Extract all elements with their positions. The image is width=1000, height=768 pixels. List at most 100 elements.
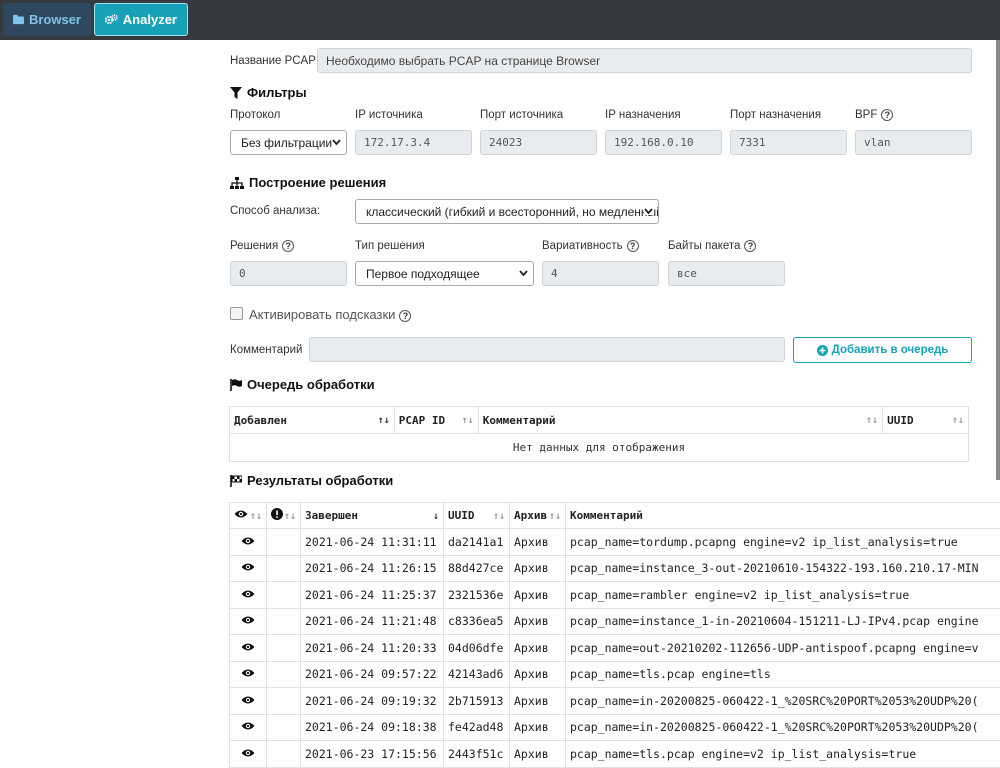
uuid-link[interactable]: 2443f51c	[444, 741, 510, 768]
queue-empty-text: Нет данных для отображения	[230, 434, 969, 462]
variability-input[interactable]: 4	[542, 261, 659, 286]
uuid-link[interactable]: 2321536e	[444, 582, 510, 609]
view-result-button[interactable]	[230, 529, 267, 556]
eye-icon	[241, 695, 255, 705]
queue-col-uuid[interactable]: UUID↑↓	[883, 407, 969, 434]
archive-link[interactable]: Архив	[510, 714, 566, 741]
results-header-row: ↑↓ ↑↓ Завершен↓ UUID↑↓ Архив↑↓ Комментар…	[230, 503, 1000, 529]
view-result-button[interactable]	[230, 555, 267, 582]
checkered-flag-icon	[230, 475, 242, 487]
nav-browser-button[interactable]: Browser	[3, 3, 91, 36]
add-to-queue-button[interactable]: Добавить в очередь	[793, 337, 972, 363]
type-select-value: Первое подходящее	[366, 267, 480, 281]
eye-icon	[241, 668, 255, 678]
comment-input[interactable]	[309, 337, 785, 362]
uuid-link[interactable]: 04d06dfe	[444, 635, 510, 662]
archive-link[interactable]: Архив	[510, 688, 566, 715]
help-icon[interactable]: ?	[627, 240, 639, 252]
results-heading: Результаты обработки	[230, 473, 393, 488]
finished-cell: 2021-06-24 09:57:22	[301, 661, 444, 688]
uuid-link[interactable]: 88d427ce	[444, 555, 510, 582]
queue-col-comment[interactable]: Комментарий ↑↓	[478, 407, 882, 434]
view-result-button[interactable]	[230, 714, 267, 741]
help-icon[interactable]: ?	[881, 109, 893, 121]
comment-label: Комментарий	[230, 344, 302, 356]
view-result-button[interactable]	[230, 608, 267, 635]
top-navbar: Browser Analyzer	[0, 0, 1000, 40]
view-result-button[interactable]	[230, 741, 267, 768]
queue-table: Добавлен↑↓ PCAP ID↑↓ Комментарий ↑↓ UUID↑…	[229, 406, 969, 462]
results-col-view[interactable]: ↑↓	[230, 503, 267, 529]
bpf-label: BPF?	[855, 109, 893, 121]
build-heading-text: Построение решения	[249, 175, 386, 190]
pcap-name-field[interactable]: Необходимо выбрать PCAP на странице Brow…	[317, 48, 972, 73]
archive-link[interactable]: Архив	[510, 661, 566, 688]
results-col-archive[interactable]: Архив↑↓	[510, 503, 566, 529]
comment-cell: pcap_name=tls.pcap engine=v2 ip_list_ana…	[566, 741, 1000, 768]
chevron-down-icon	[519, 270, 528, 277]
eye-icon	[234, 509, 248, 519]
help-icon[interactable]: ?	[282, 240, 294, 252]
src-ip-input[interactable]: 172.17.3.4	[355, 130, 472, 155]
uuid-link[interactable]: fe42ad48	[444, 714, 510, 741]
nav-analyzer-button[interactable]: Analyzer	[94, 3, 188, 36]
uuid-link[interactable]: c8336ea5	[444, 608, 510, 635]
type-select[interactable]: Первое подходящее	[355, 261, 534, 286]
queue-empty-row: Нет данных для отображения	[230, 434, 969, 462]
view-result-button[interactable]	[230, 635, 267, 662]
view-result-button[interactable]	[230, 582, 267, 609]
uuid-link[interactable]: 42143ad6	[444, 661, 510, 688]
view-result-button[interactable]	[230, 661, 267, 688]
table-row: 2021-06-24 11:20:3304d06dfeАрхивpcap_nam…	[230, 635, 1000, 662]
hints-checkbox[interactable]	[230, 307, 243, 320]
results-heading-text: Результаты обработки	[247, 473, 393, 488]
archive-link[interactable]: Архив	[510, 582, 566, 609]
chevron-down-icon	[332, 139, 341, 146]
comment-cell: pcap_name=out-20210202-112656-UDP-antisp…	[566, 635, 1000, 662]
uuid-link[interactable]: da2141a1	[444, 529, 510, 556]
method-select[interactable]: классический (гибкий и всесторонний, но …	[355, 199, 659, 224]
flag-icon	[230, 379, 242, 391]
archive-link[interactable]: Архив	[510, 608, 566, 635]
comment-cell: pcap_name=in-20200825-060422-1_%20SRC%20…	[566, 714, 1000, 741]
protocol-label: Протокол	[230, 109, 280, 121]
archive-link[interactable]: Архив	[510, 555, 566, 582]
results-col-comment-label: Комментарий	[570, 509, 643, 522]
queue-col-comment-label: Комментарий	[483, 414, 556, 427]
scrollbar[interactable]	[996, 40, 1000, 480]
status-cell	[267, 529, 301, 556]
queue-col-uuid-label: UUID	[887, 414, 914, 427]
uuid-link[interactable]: 2b715913	[444, 688, 510, 715]
build-heading: Построение решения	[230, 175, 386, 190]
dst-port-input[interactable]: 7331	[730, 130, 847, 155]
help-icon[interactable]: ?	[744, 240, 756, 252]
eye-icon	[241, 721, 255, 731]
queue-col-added[interactable]: Добавлен↑↓	[230, 407, 395, 434]
queue-col-pcap-id[interactable]: PCAP ID↑↓	[394, 407, 478, 434]
protocol-select[interactable]: Без фильтрации	[230, 130, 347, 155]
filters-heading: Фильтры	[230, 85, 307, 100]
dst-ip-input[interactable]: 192.168.0.10	[605, 130, 722, 155]
eye-icon	[241, 536, 255, 546]
bytes-input[interactable]: все	[668, 261, 785, 286]
help-icon[interactable]: ?	[399, 310, 411, 322]
variability-label-text: Вариативность	[542, 240, 623, 252]
comment-cell: pcap_name=tordump.pcapng engine=v2 ip_li…	[566, 529, 1000, 556]
solutions-input[interactable]: 0	[230, 261, 347, 286]
results-col-finished[interactable]: Завершен↓	[301, 503, 444, 529]
protocol-select-value: Без фильтрации	[241, 136, 332, 150]
results-col-uuid[interactable]: UUID↑↓	[444, 503, 510, 529]
queue-header-row: Добавлен↑↓ PCAP ID↑↓ Комментарий ↑↓ UUID↑…	[230, 407, 969, 434]
eye-icon	[241, 748, 255, 758]
sort-icon: ↑↓	[866, 415, 878, 426]
src-port-input[interactable]: 24023	[480, 130, 597, 155]
bytes-label: Байты пакета?	[668, 240, 756, 252]
archive-link[interactable]: Архив	[510, 741, 566, 768]
view-result-button[interactable]	[230, 688, 267, 715]
archive-link[interactable]: Архив	[510, 529, 566, 556]
sort-icon: ↑↓	[250, 511, 262, 522]
archive-link[interactable]: Архив	[510, 635, 566, 662]
results-col-status[interactable]: ↑↓	[267, 503, 301, 529]
bpf-input[interactable]: vlan	[855, 130, 972, 155]
results-col-comment[interactable]: Комментарий	[566, 503, 1000, 529]
